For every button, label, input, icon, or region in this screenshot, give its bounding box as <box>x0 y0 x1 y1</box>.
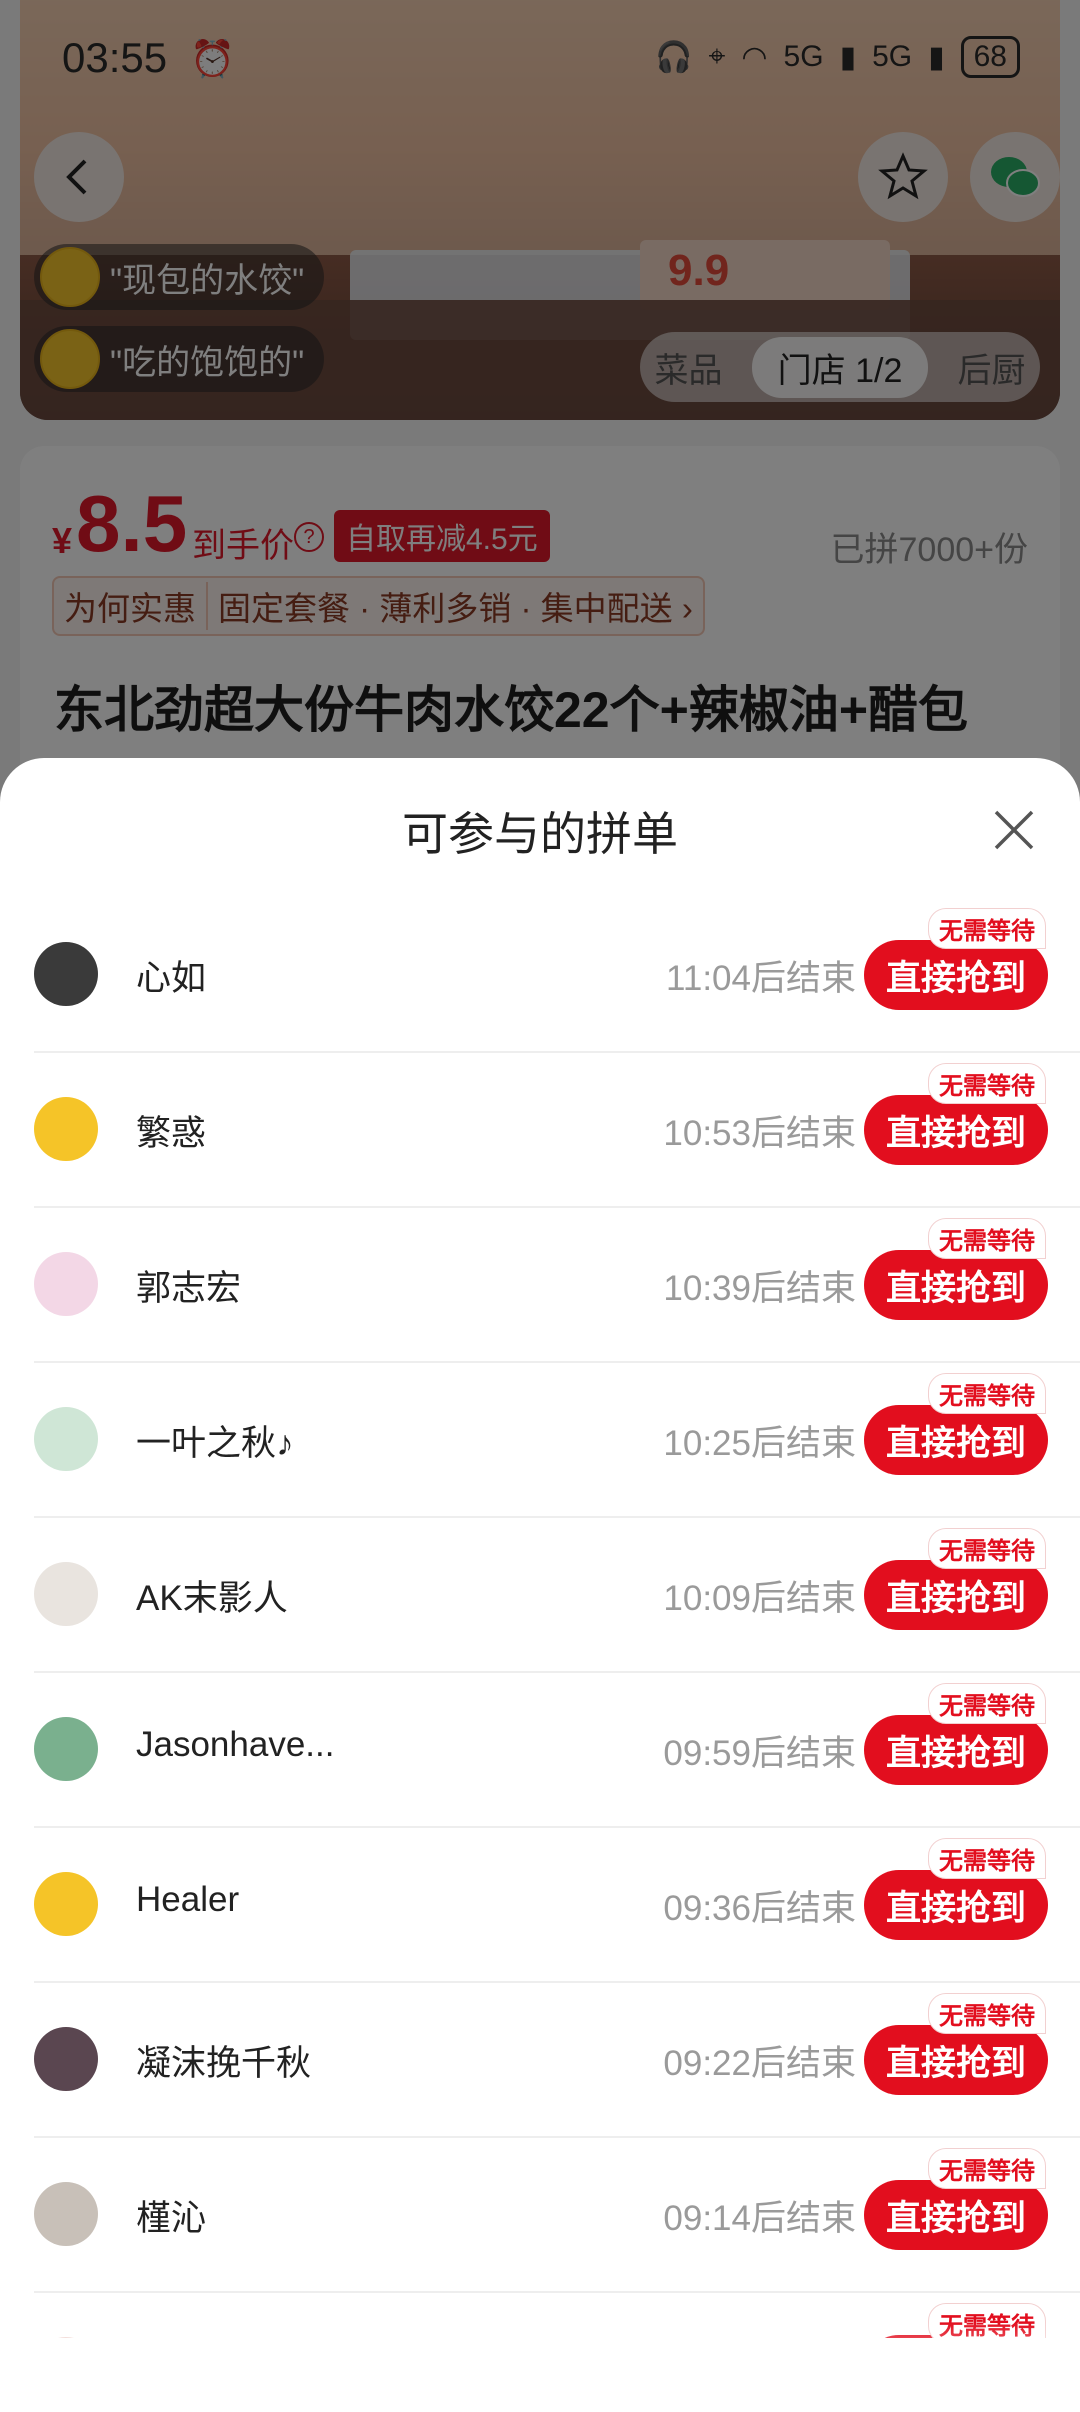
countdown: 09:22后结束 <box>663 2044 856 2083</box>
user-name: 凝沫挽千秋 <box>136 2044 312 2083</box>
no-wait-badge: 无需等待 <box>928 908 1046 949</box>
user-name: Healer <box>136 1880 240 1919</box>
group-order-list[interactable]: 心如 11:04后结束 直接抢到 无需等待 繁惑 10:53后结束 直接抢到 无需等待 郭志宏 1… <box>0 898 1080 2338</box>
user-name: 槿沁 <box>136 2199 207 2238</box>
no-wait-badge: 无需等待 <box>928 1528 1046 1569</box>
close-icon[interactable] <box>988 804 1040 856</box>
group-order-sheet: 可参与的拼单 心如 11:04后结束 直接抢到 无需等待 繁惑 10:53后结束 直接抢到无… <box>0 758 1080 2412</box>
no-wait-badge: 无需等待 <box>928 1838 1046 1879</box>
user-name: 一叶之秋♪ <box>136 1424 294 1463</box>
grab-button[interactable]: 直接抢到 <box>864 1095 1048 1165</box>
user-name: 繁惑 <box>136 1114 207 1153</box>
avatar <box>34 1717 98 1781</box>
countdown: 10:53后结束 <box>663 1114 856 1153</box>
list-item: Jasonhave... 09:59后结束 直接抢到 无需等待 <box>34 1673 1080 1828</box>
countdown: 09:14后结束 <box>663 2199 856 2238</box>
list-item: Healer 09:36后结束 直接抢到 无需等待 <box>34 1828 1080 1983</box>
countdown: 09:59后结束 <box>663 1734 856 1773</box>
list-item: AK末影人 10:09后结束 直接抢到 无需等待 <box>34 1518 1080 1673</box>
grab-button[interactable]: 直接抢到 <box>864 1405 1048 1475</box>
avatar <box>34 2182 98 2246</box>
no-wait-badge: 无需等待 <box>928 1683 1046 1724</box>
no-wait-badge: 无需等待 <box>928 1993 1046 2034</box>
user-name: 郭志宏 <box>136 1269 242 1308</box>
sheet-title: 可参与的拼单 <box>402 808 678 860</box>
avatar <box>34 1562 98 1626</box>
avatar <box>34 1872 98 1936</box>
avatar <box>34 1252 98 1316</box>
no-wait-badge: 无需等待 <box>928 1218 1046 1259</box>
list-item: 一叶之秋♪ 10:25后结束 直接抢到 无需等待 <box>34 1363 1080 1518</box>
no-wait-badge: 无需等待 <box>928 1063 1046 1104</box>
grab-button[interactable]: 直接抢到 <box>864 1560 1048 1630</box>
countdown: 10:09后结束 <box>663 1579 856 1618</box>
grab-button[interactable]: 直接抢到 <box>864 2180 1048 2250</box>
countdown: 11:04后结束 <box>666 959 856 998</box>
grab-button[interactable]: 直接抢到 <box>864 1250 1048 1320</box>
list-item: 槿沁 09:14后结束 直接抢到 无需等待 <box>34 2138 1080 2293</box>
list-item: 凝沫挽千秋 09:22后结束 直接抢到 无需等待 <box>34 1983 1080 2138</box>
countdown: 10:39后结束 <box>663 1269 856 1308</box>
avatar <box>34 942 98 1006</box>
avatar <box>34 1097 98 1161</box>
list-item: 心如 11:04后结束 直接抢到 无需等待 <box>34 898 1080 1053</box>
no-wait-badge: 无需等待 <box>928 1373 1046 1414</box>
list-fade <box>0 2322 1080 2412</box>
grab-button[interactable]: 直接抢到 <box>864 940 1048 1010</box>
no-wait-badge: 无需等待 <box>928 2148 1046 2189</box>
avatar <box>34 2027 98 2091</box>
user-name: 心如 <box>136 959 207 998</box>
grab-button[interactable]: 直接抢到 <box>864 1715 1048 1785</box>
user-name: Jasonhave... <box>136 1725 335 1764</box>
list-item: 繁惑 10:53后结束 直接抢到 无需等待 <box>34 1053 1080 1208</box>
list-item: 郭志宏 10:39后结束 直接抢到 无需等待 <box>34 1208 1080 1363</box>
countdown: 10:25后结束 <box>663 1424 856 1463</box>
user-name: AK末影人 <box>136 1579 288 1618</box>
grab-button[interactable]: 直接抢到 <box>864 1870 1048 1940</box>
grab-button[interactable]: 直接抢到 <box>864 2025 1048 2095</box>
avatar <box>34 1407 98 1471</box>
countdown: 09:36后结束 <box>663 1889 856 1928</box>
